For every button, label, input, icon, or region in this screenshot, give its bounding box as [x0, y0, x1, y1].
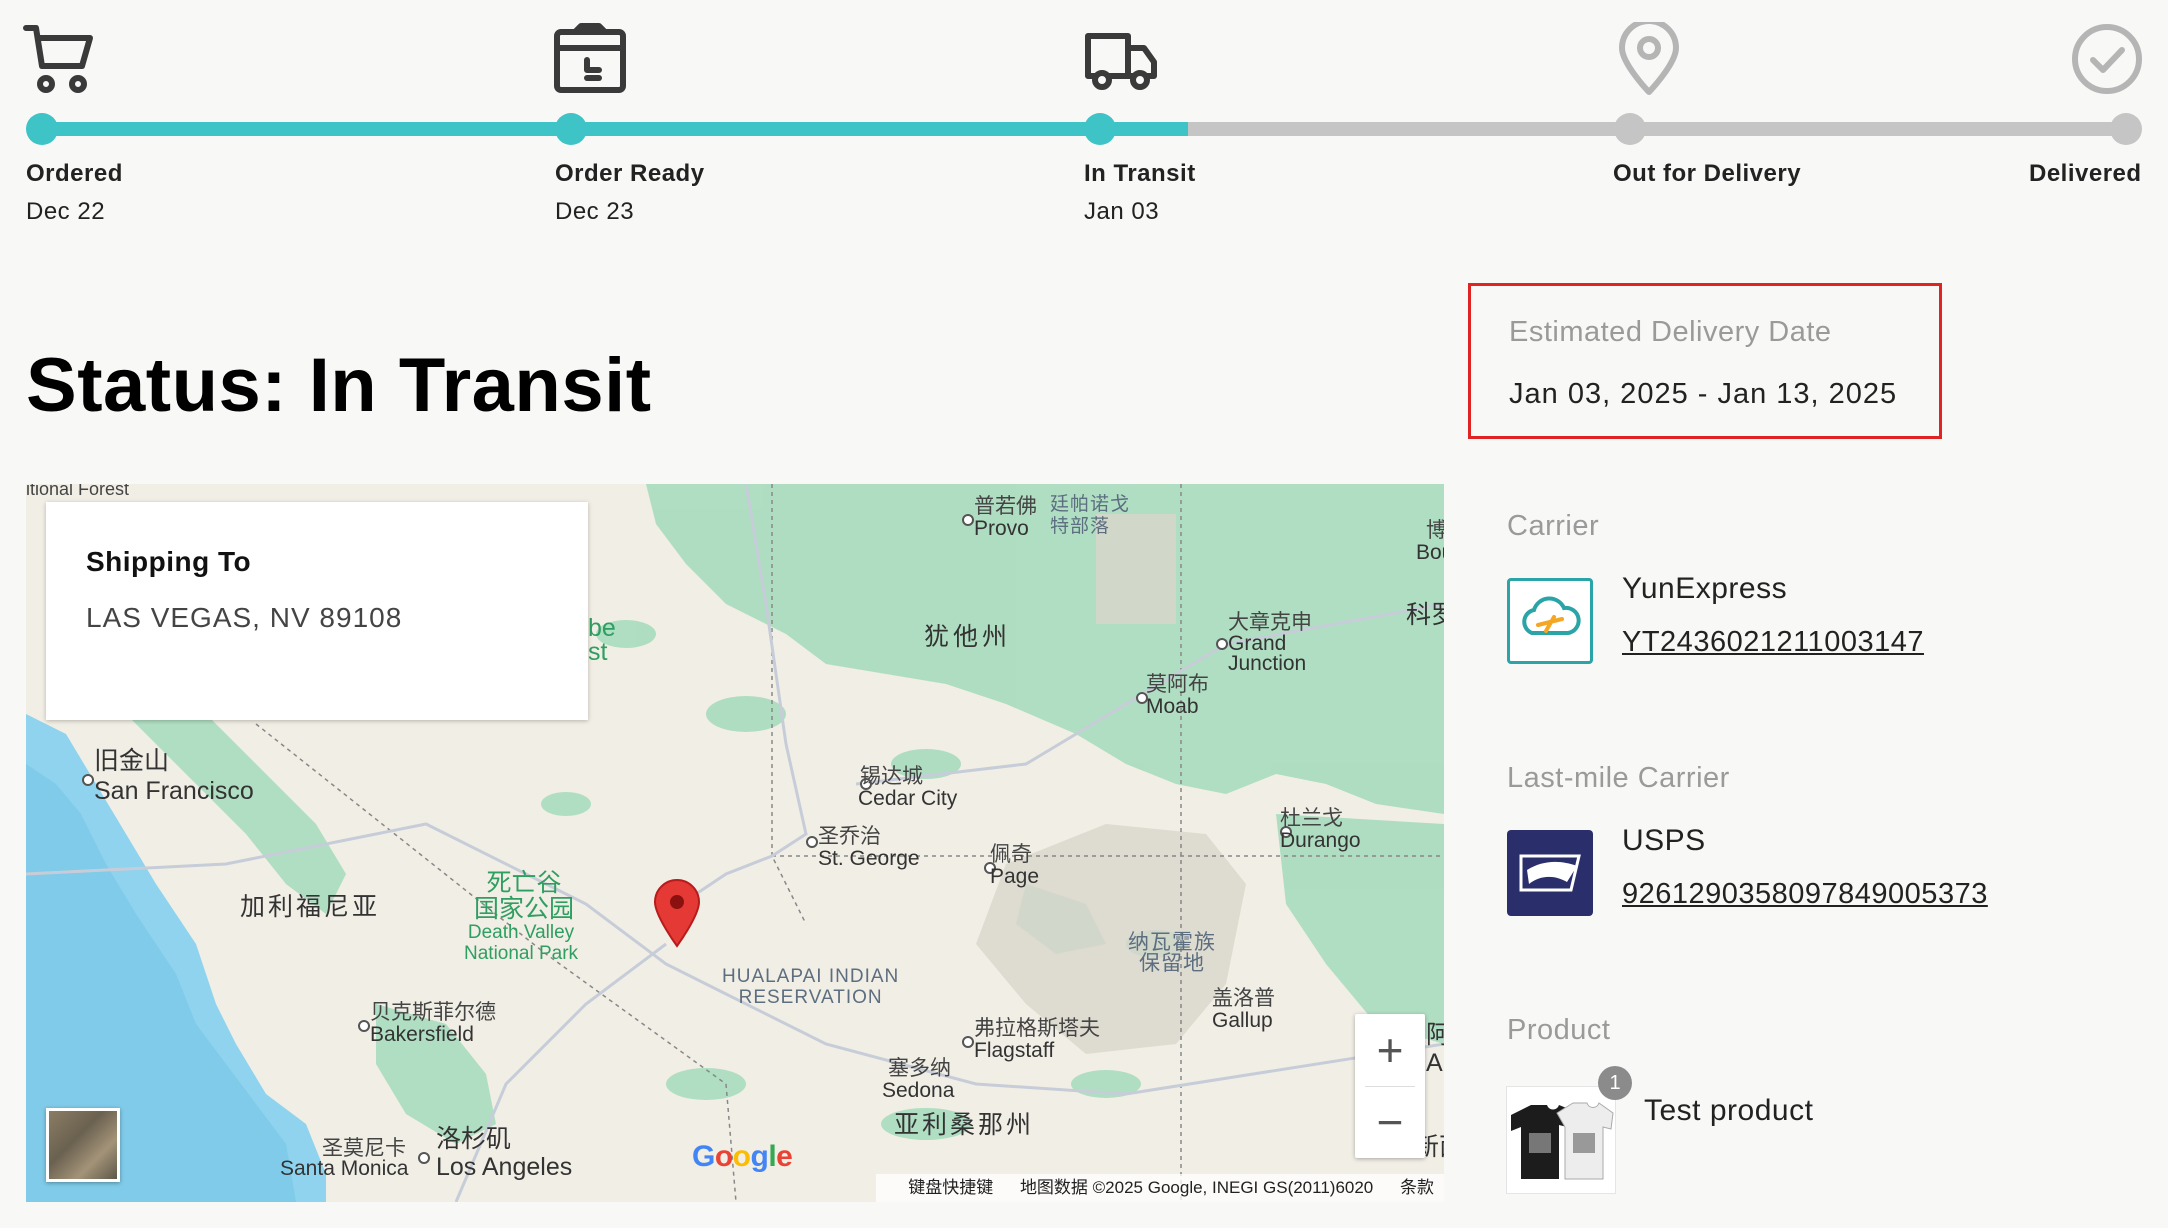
map-label-gallup: Gallup — [1212, 1009, 1273, 1032]
step-label-delivered: Delivered — [2029, 160, 2142, 187]
step-dot-ordered — [26, 113, 58, 145]
estimated-delivery-box: Estimated Delivery Date Jan 03, 2025 - J… — [1468, 283, 1942, 439]
shipping-address: LAS VEGAS, NV 89108 — [86, 602, 403, 633]
shipment-map[interactable]: itional Forest 普若佛 Provo 廷帕诺戈 特部落 博 Bou … — [26, 484, 1444, 1202]
last-mile-carrier-label: Last-mile Carrier — [1507, 762, 1730, 794]
map-label-durango-cn: 杜兰戈 — [1280, 807, 1343, 830]
estimated-delivery-value: Jan 03, 2025 - Jan 13, 2025 — [1509, 378, 1898, 410]
shipping-to-title: Shipping To — [86, 546, 252, 577]
city-dot-st-george — [806, 836, 818, 848]
map-label-flagstaff: Flagstaff — [974, 1039, 1055, 1062]
map-label-be: be st — [588, 614, 616, 666]
step-label-ordered: Ordered — [26, 160, 123, 187]
map-label-page: Page — [990, 865, 1040, 888]
map-label-stgeorge-cn: 圣乔治 — [818, 825, 881, 848]
map-label-flagstaff-cn: 弗拉格斯塔夫 — [974, 1017, 1100, 1040]
product-name: Test product — [1644, 1094, 1814, 1127]
map-label-grand-junction-cn: 大章克申 — [1228, 611, 1312, 634]
map-label-forest: itional Forest — [26, 484, 130, 499]
truck-icon — [1084, 22, 1158, 96]
map-label-ute: 廷帕诺戈 特部落 — [1050, 494, 1131, 537]
map-label-provo-cn: 普若佛 — [974, 495, 1037, 518]
city-dot-grand-junction — [1216, 638, 1228, 650]
map-label-gallup-cn: 盖洛普 — [1212, 987, 1275, 1010]
map-label-hualapai: HUALAPAI INDIAN RESERVATION — [722, 966, 900, 1008]
cart-icon — [22, 22, 96, 96]
map-label-deathvalley: Death Valley National Park — [464, 922, 579, 964]
map-label-la-cn: 洛杉矶 — [436, 1125, 512, 1153]
map-label-sedona: Sedona — [882, 1079, 955, 1102]
map-label-navajo: 纳瓦霍族 保留地 — [1128, 931, 1216, 975]
map-label-durango: Durango — [1280, 829, 1361, 852]
progress-fill — [42, 122, 1188, 136]
map-label-moab: Moab — [1146, 695, 1199, 718]
google-logo: Google — [692, 1140, 793, 1173]
map-label-cedar: Cedar City — [858, 787, 958, 810]
product-thumbnail[interactable] — [1506, 1086, 1616, 1194]
zoom-in-button[interactable]: + — [1355, 1014, 1425, 1086]
map-zoom-control: + − — [1355, 1014, 1425, 1158]
step-label-out-for-delivery: Out for Delivery — [1613, 160, 1802, 187]
map-label-provo: Provo — [974, 517, 1029, 540]
map-label-page-cn: 佩奇 — [990, 843, 1032, 866]
step-dot-delivered — [2110, 113, 2142, 145]
satellite-toggle-button[interactable] — [46, 1108, 120, 1182]
shipping-to-card: Shipping To LAS VEGAS, NV 89108 — [46, 502, 588, 720]
carrier-name: YunExpress — [1622, 572, 1788, 605]
map-label-arizona: 亚利桑那州 — [894, 1111, 1035, 1139]
status-title: Status: In Transit — [26, 343, 652, 428]
destination-pin-icon[interactable] — [652, 878, 702, 948]
city-dot-los-angeles — [418, 1152, 430, 1164]
step-date-ordered: Dec 22 — [26, 198, 106, 225]
step-dot-in-transit — [1084, 113, 1116, 145]
step-date-order-ready: Dec 23 — [555, 198, 635, 225]
map-label-bakersfield-cn: 贝克斯菲尔德 — [370, 1001, 496, 1024]
map-label-sf-cn: 旧金山 — [94, 747, 170, 775]
carrier-label: Carrier — [1507, 510, 1600, 542]
map-label-california: 加利福尼亚 — [240, 893, 381, 921]
city-dot-flagstaff — [962, 1036, 974, 1048]
step-dot-order-ready — [555, 113, 587, 145]
map-pin-icon — [1612, 22, 1686, 96]
package-icon — [553, 22, 627, 96]
city-dot-provo — [962, 514, 974, 526]
product-quantity-badge: 1 — [1598, 1066, 1632, 1100]
map-label-bou-cn: 博 — [1426, 519, 1444, 542]
step-label-in-transit: In Transit — [1084, 160, 1196, 187]
terms-link[interactable]: 条款 — [1400, 1178, 1434, 1197]
map-label-la: Los Angeles — [436, 1153, 573, 1181]
map-data-credit: 地图数据 ©2025 Google, INEGI GS(2011)6020 — [1019, 1178, 1374, 1197]
last-mile-tracking-link[interactable]: 9261290358097849005373 — [1622, 878, 1988, 911]
map-label-bou: Bou — [1416, 541, 1444, 564]
step-dot-out-for-delivery — [1614, 113, 1646, 145]
map-label-kesi: 科罗 — [1406, 601, 1444, 629]
map-label-edge2: Alu — [1426, 1049, 1444, 1077]
product-label: Product — [1507, 1014, 1611, 1046]
map-label-moab-cn: 莫阿布 — [1146, 673, 1209, 696]
zoom-out-button[interactable]: − — [1355, 1086, 1425, 1158]
map-label-utah: 犹他州 — [924, 623, 1012, 651]
map-label-stgeorge: St. George — [818, 847, 920, 870]
city-dot-san-francisco — [82, 774, 94, 786]
check-circle-icon — [2070, 22, 2144, 96]
map-label-grand-junction: Grand Junction — [1228, 632, 1307, 675]
keyboard-shortcuts-link[interactable]: 键盘快捷键 — [908, 1178, 993, 1197]
last-mile-carrier-name: USPS — [1622, 824, 1706, 857]
yunexpress-logo-icon — [1507, 578, 1593, 664]
usps-logo-icon — [1507, 830, 1593, 916]
map-label-sf: San Francisco — [94, 777, 254, 805]
order-progress-tracker: Ordered Dec 22 Order Ready Dec 23 In Tra… — [0, 0, 2168, 240]
map-label-deathvalley-cn: 死亡谷 国家公园 — [474, 869, 575, 923]
map-label-edge1: 阿 — [1426, 1021, 1444, 1049]
map-attribution: 键盘快捷键 地图数据 ©2025 Google, INEGI GS(2011)6… — [876, 1174, 1444, 1202]
estimated-delivery-label: Estimated Delivery Date — [1509, 316, 1832, 348]
step-date-in-transit: Jan 03 — [1084, 198, 1160, 225]
map-label-bakersfield: Bakersfield — [370, 1023, 474, 1046]
city-dot-bakersfield — [358, 1020, 370, 1032]
map-label-sedona-cn: 塞多纳 — [888, 1057, 951, 1080]
map-label-santamonica: Santa Monica — [280, 1157, 409, 1180]
step-label-order-ready: Order Ready — [555, 160, 705, 187]
carrier-tracking-link[interactable]: YT2436021211003147 — [1622, 626, 1924, 659]
map-label-cedar-cn: 锡达城 — [860, 765, 923, 788]
